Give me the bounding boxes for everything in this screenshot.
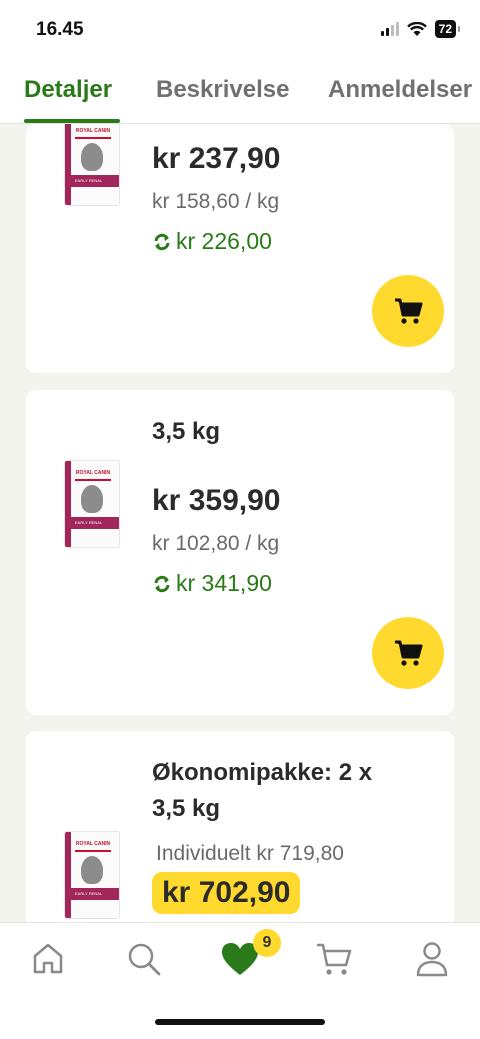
variant-title-line2: 3,5 kg [152,795,221,822]
nav-account[interactable] [412,939,452,979]
add-to-cart-button[interactable] [372,275,444,347]
home-indicator [155,1019,325,1025]
price-per-kg: kr 102,80 / kg [152,532,280,555]
wifi-icon [406,21,427,36]
cart-icon [395,640,423,666]
variant-title: Økonomipakke: 2 x 3,5 kg [152,755,372,827]
tab-bar: Detaljer Beskrivelse Anmeldelser [0,62,480,124]
nav-cart[interactable] [314,939,354,979]
repeat-price-value: kr 341,90 [176,570,272,596]
user-icon [416,942,448,977]
price: kr 237,90 [152,142,281,175]
individual-price: Individuelt kr 719,80 [156,842,344,865]
product-image[interactable]: ROYAL CANIN EARLY RENAL [64,460,120,548]
status-time: 16.45 [36,19,84,40]
product-variant-card: Økonomipakke: 2 x 3,5 kg ROYAL CANIN EAR… [26,731,454,931]
search-icon [128,943,161,976]
product-variant-card: ROYAL CANIN EARLY RENAL kr 237,90 kr 158… [26,124,454,373]
product-variant-card: 3,5 kg ROYAL CANIN EARLY RENAL kr 359,90… [26,390,454,715]
tab-description[interactable]: Beskrivelse [156,76,289,104]
battery-icon: 72 [434,20,461,38]
nav-home[interactable] [28,939,68,979]
variant-title: 3,5 kg [152,418,221,445]
product-image[interactable]: ROYAL CANIN EARLY RENAL [64,124,120,206]
repeat-delivery-price: kr 341,90 [152,570,272,597]
repeat-icon [154,233,170,250]
add-to-cart-button[interactable] [372,617,444,689]
price-per-kg: kr 158,60 / kg [152,190,280,213]
variant-title-line1: Økonomipakke: 2 x [152,759,373,786]
price: kr 359,90 [152,484,281,517]
tab-details[interactable]: Detaljer [24,76,112,104]
repeat-icon [154,575,170,592]
nav-search[interactable] [124,939,164,979]
tab-reviews[interactable]: Anmeldelser [328,76,472,104]
wishlist-count-badge: 9 [253,929,281,957]
cart-icon [395,298,423,324]
signal-icon [380,22,399,36]
status-icons: 72 [380,20,461,38]
repeat-delivery-price: kr 226,00 [152,228,272,255]
deal-price: kr 702,90 [152,872,301,914]
active-tab-indicator [24,119,120,123]
cart-icon [317,943,352,975]
status-bar: 16.45 72 [0,0,480,62]
home-icon [33,943,63,974]
product-image[interactable]: ROYAL CANIN EARLY RENAL [64,831,120,919]
repeat-price-value: kr 226,00 [176,228,272,254]
